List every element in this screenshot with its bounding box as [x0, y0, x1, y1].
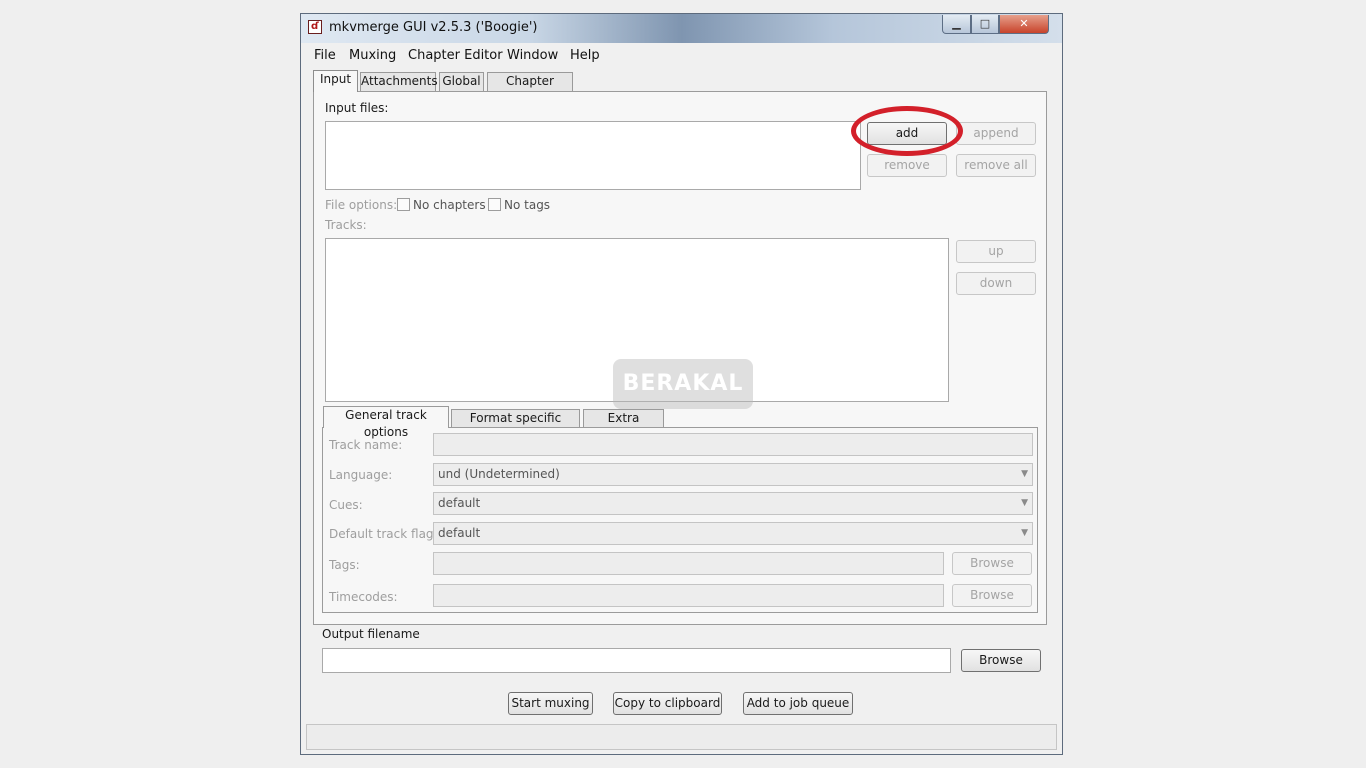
chevron-down-icon: ▼ [1021, 469, 1028, 479]
timecodes-browse-button[interactable]: Browse [952, 584, 1032, 607]
menu-bar: File Muxing Chapter Editor Window Help [309, 46, 1054, 66]
subtab-general-track-options[interactable]: General track options [323, 406, 449, 439]
no-tags-label[interactable]: No tags [504, 198, 550, 212]
tab-attachments[interactable]: Attachments [360, 72, 438, 91]
output-browse-button[interactable]: Browse [961, 649, 1041, 672]
output-filename-label: Output filename [322, 627, 420, 641]
no-tags-checkbox[interactable] [488, 198, 501, 211]
menu-muxing[interactable]: Muxing [349, 48, 396, 63]
subtab-extra-options[interactable]: Extra options [583, 409, 664, 442]
chevron-down-icon: ▼ [1021, 498, 1028, 508]
title-bar[interactable]: ɗ mkvmerge GUI v2.5.3 ('Boogie') ▁ □ ✕ [301, 14, 1062, 43]
input-files-list[interactable] [325, 121, 861, 190]
language-select[interactable]: und (Undetermined) ▼ [433, 463, 1033, 486]
highlight-circle [851, 106, 963, 156]
menu-window[interactable]: Window [507, 48, 558, 63]
menu-chapter-editor[interactable]: Chapter Editor [408, 48, 503, 63]
window-title: mkvmerge GUI v2.5.3 ('Boogie') [329, 20, 538, 35]
default-track-flag-select[interactable]: default ▼ [433, 522, 1033, 545]
cues-label: Cues: [329, 498, 363, 512]
cues-value: default [438, 496, 481, 510]
watermark-logo: BERAKAL [613, 359, 753, 409]
timecodes-label: Timecodes: [329, 590, 398, 604]
status-bar [306, 724, 1057, 750]
tags-label: Tags: [329, 558, 360, 572]
language-value: und (Undetermined) [438, 467, 560, 481]
tracks-label: Tracks: [325, 218, 367, 232]
start-muxing-button[interactable]: Start muxing [508, 692, 593, 715]
no-chapters-checkbox[interactable] [397, 198, 410, 211]
tab-input[interactable]: Input [313, 70, 358, 92]
menu-file[interactable]: File [314, 48, 336, 63]
tags-field[interactable] [433, 552, 944, 575]
language-label: Language: [329, 468, 393, 482]
default-track-flag-value: default [438, 526, 481, 540]
tags-browse-button[interactable]: Browse [952, 552, 1032, 575]
menu-help[interactable]: Help [570, 48, 600, 63]
maximize-button[interactable]: □ [971, 15, 999, 34]
tab-chapter-editor[interactable]: Chapter Editor [487, 72, 573, 105]
cues-select[interactable]: default ▼ [433, 492, 1033, 515]
file-options-label: File options: [325, 198, 398, 212]
subtab-format-specific-options[interactable]: Format specific options [451, 409, 580, 442]
chevron-down-icon: ▼ [1021, 528, 1028, 538]
track-name-field[interactable] [433, 433, 1033, 456]
output-filename-input[interactable] [322, 648, 951, 673]
close-button[interactable]: ✕ [999, 15, 1049, 34]
no-chapters-label[interactable]: No chapters [413, 198, 486, 212]
timecodes-field[interactable] [433, 584, 944, 607]
minimize-button[interactable]: ▁ [942, 15, 971, 34]
append-button[interactable]: append [956, 122, 1036, 145]
add-to-job-queue-button[interactable]: Add to job queue [743, 692, 853, 715]
remove-all-button[interactable]: remove all [956, 154, 1036, 177]
tab-global[interactable]: Global [439, 72, 484, 91]
remove-button[interactable]: remove [867, 154, 947, 177]
up-button[interactable]: up [956, 240, 1036, 263]
copy-to-clipboard-button[interactable]: Copy to clipboard [613, 692, 722, 715]
input-files-label: Input files: [325, 101, 389, 115]
default-track-flag-label: Default track flag: [329, 527, 438, 541]
down-button[interactable]: down [956, 272, 1036, 295]
app-icon: ɗ [308, 20, 322, 34]
